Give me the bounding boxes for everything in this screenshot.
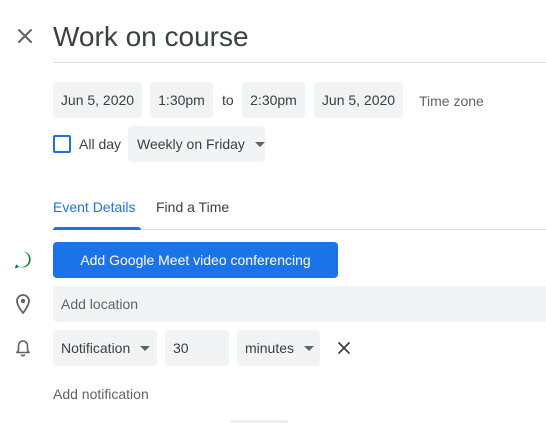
end-time-field[interactable]: 2:30pm <box>242 82 305 118</box>
bell-icon <box>12 337 34 359</box>
active-tab-indicator <box>53 227 141 230</box>
timezone-button[interactable]: Time zone <box>419 93 484 109</box>
start-date-field[interactable]: Jun 5, 2020 <box>53 82 142 118</box>
end-date-field[interactable]: Jun 5, 2020 <box>314 82 403 118</box>
tab-event-details[interactable]: Event Details <box>53 199 135 215</box>
add-notification-button[interactable]: Add notification <box>53 386 149 402</box>
all-day-checkbox[interactable] <box>53 135 71 153</box>
notification-unit-dropdown[interactable]: minutes <box>237 330 320 366</box>
notification-type-dropdown[interactable]: Notification <box>53 330 157 366</box>
chevron-down-icon <box>254 141 265 147</box>
location-input[interactable] <box>53 286 546 322</box>
event-title[interactable]: Work on course <box>53 12 546 62</box>
notification-unit-value: minutes <box>245 340 295 356</box>
notification-type-value: Notification <box>61 340 131 356</box>
remove-notification-button[interactable] <box>333 337 355 359</box>
tab-find-a-time[interactable]: Find a Time <box>156 199 229 215</box>
start-time-field[interactable]: 1:30pm <box>150 82 213 118</box>
notification-amount-input[interactable] <box>165 330 229 366</box>
chevron-down-icon <box>140 345 151 351</box>
close-button[interactable] <box>12 23 38 49</box>
location-pin-icon <box>12 293 34 315</box>
to-label: to <box>222 92 234 108</box>
title-field[interactable]: Work on course <box>53 12 546 63</box>
all-day-label: All day <box>79 136 122 152</box>
recurrence-value: Weekly on Friday <box>137 136 245 152</box>
add-meet-button[interactable]: Add Google Meet video conferencing <box>53 242 338 278</box>
chevron-down-icon <box>304 345 315 351</box>
close-icon <box>18 29 32 43</box>
close-icon <box>338 342 350 354</box>
recurrence-dropdown[interactable]: Weekly on Friday <box>128 126 265 162</box>
meet-icon <box>12 249 34 271</box>
event-editor: Work on course Jun 5, 2020 1:30pm to 2:3… <box>0 0 546 423</box>
